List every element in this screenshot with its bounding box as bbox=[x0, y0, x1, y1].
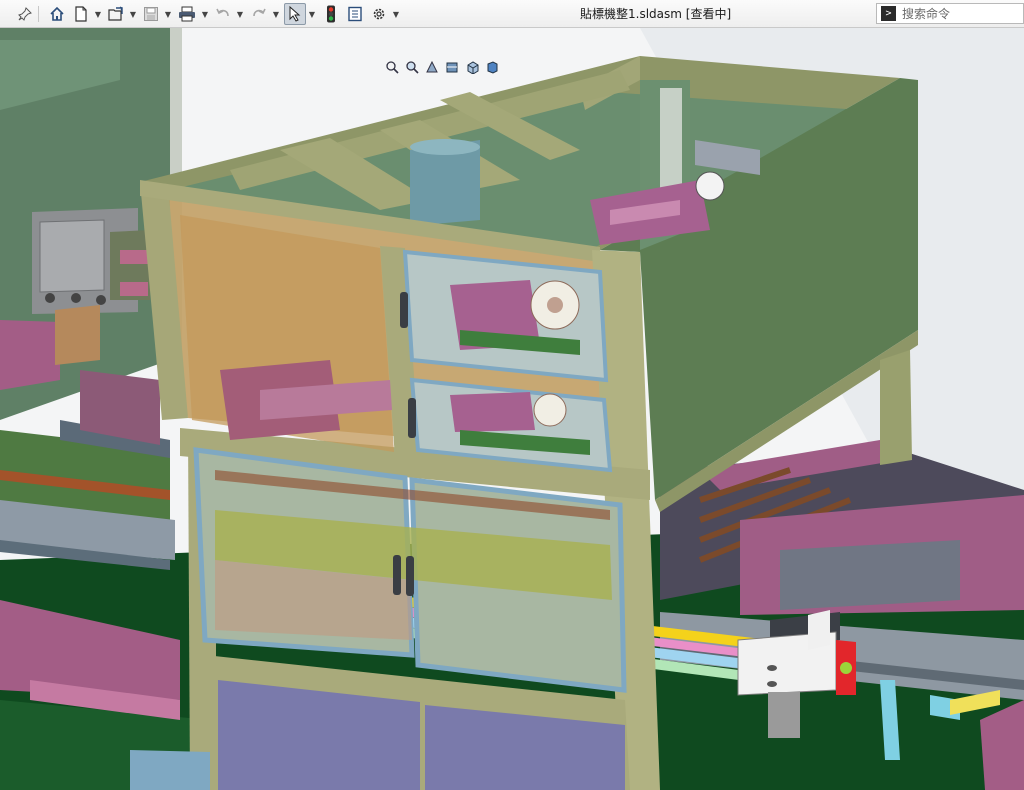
zoom-to-fit-icon[interactable] bbox=[384, 59, 400, 75]
new-document-icon[interactable] bbox=[70, 3, 92, 25]
toolbar-separator bbox=[38, 6, 39, 22]
select-icon[interactable] bbox=[284, 3, 306, 25]
view-orientation-icon[interactable] bbox=[464, 59, 480, 75]
previous-view-icon[interactable] bbox=[424, 59, 440, 75]
heads-up-view-toolbar bbox=[384, 59, 500, 77]
undo-dropdown-arrow[interactable]: ▼ bbox=[235, 3, 245, 25]
section-view-icon[interactable] bbox=[444, 59, 460, 75]
command-prompt-icon: > bbox=[881, 6, 896, 21]
options-dropdown-arrow[interactable]: ▼ bbox=[391, 3, 401, 25]
undo-icon[interactable] bbox=[212, 3, 234, 25]
upper-glass-doors bbox=[400, 249, 613, 473]
save-dropdown-arrow[interactable]: ▼ bbox=[163, 3, 173, 25]
search-input[interactable] bbox=[902, 4, 1020, 23]
select-dropdown-arrow[interactable]: ▼ bbox=[307, 3, 317, 25]
save-icon[interactable] bbox=[140, 3, 162, 25]
home-icon[interactable] bbox=[46, 3, 68, 25]
redo-dropdown-arrow[interactable]: ▼ bbox=[271, 3, 281, 25]
traffic-light-icon[interactable] bbox=[320, 3, 342, 25]
display-style-icon[interactable] bbox=[484, 59, 500, 75]
top-toolbar: ▼ ▼ ▼ ▼ ▼ ▼ ▼ ▼ 貼標機整1.sldasm [查看中] > bbox=[0, 0, 1024, 28]
cad-model-view[interactable] bbox=[0, 28, 1024, 790]
open-dropdown-arrow[interactable]: ▼ bbox=[128, 3, 138, 25]
print-dropdown-arrow[interactable]: ▼ bbox=[200, 3, 210, 25]
print-icon[interactable] bbox=[176, 3, 198, 25]
redo-icon[interactable] bbox=[248, 3, 270, 25]
document-title: 貼標機整1.sldasm [查看中] bbox=[580, 7, 732, 21]
zoom-to-area-icon[interactable] bbox=[404, 59, 420, 75]
left-conveyor bbox=[0, 320, 180, 720]
open-icon[interactable] bbox=[105, 3, 127, 25]
graphics-area[interactable] bbox=[0, 28, 1024, 790]
options-gear-icon[interactable] bbox=[368, 3, 390, 25]
pin-icon[interactable] bbox=[14, 3, 36, 25]
file-properties-icon[interactable] bbox=[344, 3, 366, 25]
command-search[interactable]: > bbox=[876, 3, 1024, 24]
new-dropdown-arrow[interactable]: ▼ bbox=[93, 3, 103, 25]
